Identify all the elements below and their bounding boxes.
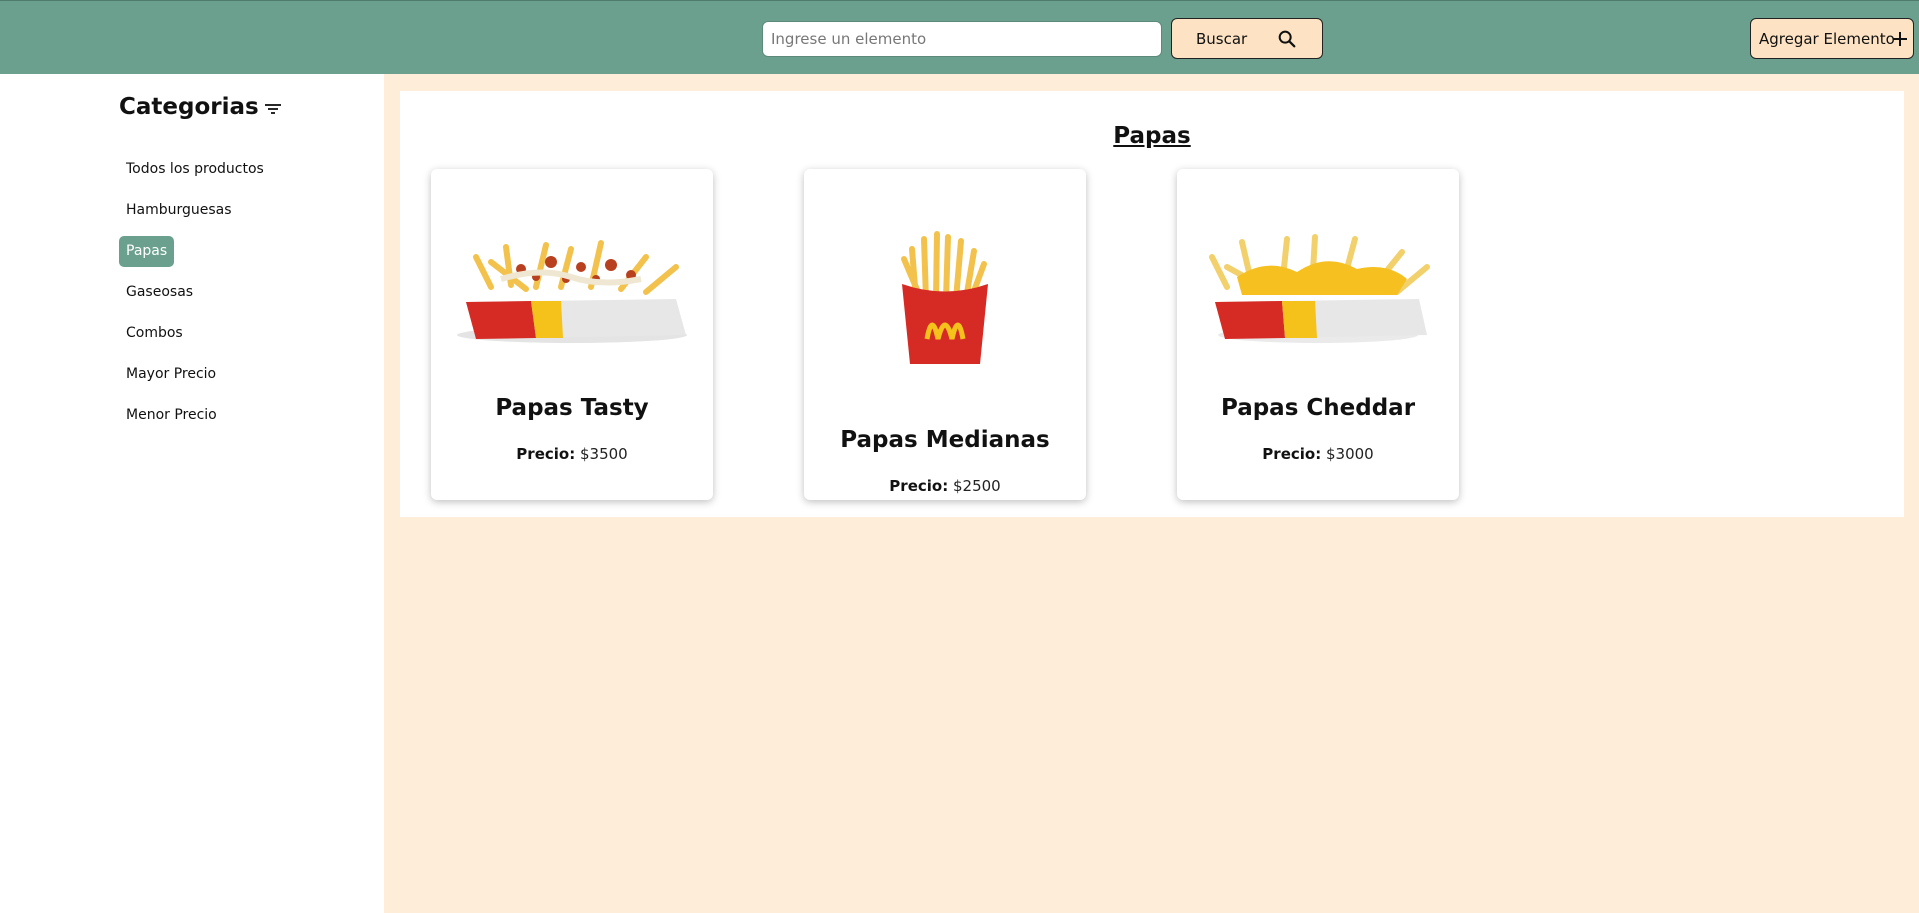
product-name: Papas Medianas bbox=[840, 427, 1050, 453]
section-title: Papas bbox=[1113, 123, 1191, 149]
category-item-hamburguesas[interactable]: Hamburguesas bbox=[119, 195, 239, 226]
add-element-button[interactable]: Agregar Elemento bbox=[1750, 18, 1914, 59]
top-bar: Buscar Agregar Elemento bbox=[0, 0, 1919, 74]
categories-heading: Categorias bbox=[119, 94, 283, 120]
price-label: Precio: bbox=[1262, 445, 1322, 463]
search-button-label: Buscar bbox=[1196, 30, 1248, 48]
category-item-mayor-precio[interactable]: Mayor Precio bbox=[119, 359, 223, 390]
main-content: Papas Papas Tasty Precio: $3500 Papas Me… bbox=[384, 74, 1919, 913]
fries-tasty-image bbox=[457, 240, 687, 343]
search-icon bbox=[1278, 30, 1296, 48]
add-element-label: Agregar Elemento bbox=[1759, 30, 1895, 48]
product-card-papas-tasty[interactable]: Papas Tasty Precio: $3500 bbox=[431, 169, 713, 500]
product-price: Precio: $3500 bbox=[431, 445, 713, 463]
category-list: Todos los productos Hamburguesas Papas G… bbox=[119, 154, 271, 441]
price-value: $3000 bbox=[1325, 445, 1374, 463]
category-item-papas[interactable]: Papas bbox=[119, 236, 175, 267]
fries-medium-image bbox=[901, 231, 988, 364]
search-button[interactable]: Buscar bbox=[1171, 18, 1323, 59]
price-value: $3500 bbox=[579, 445, 628, 463]
category-item-todos[interactable]: Todos los productos bbox=[119, 154, 271, 185]
product-name: Papas Tasty bbox=[495, 395, 649, 421]
filter-icon[interactable] bbox=[263, 99, 283, 119]
product-card-papas-medianas[interactable]: Papas Medianas Precio: $2500 bbox=[804, 169, 1086, 500]
categories-title: Categorias bbox=[119, 94, 259, 120]
category-item-menor-precio[interactable]: Menor Precio bbox=[119, 400, 224, 431]
price-value: $2500 bbox=[952, 477, 1001, 495]
product-price: Precio: $2500 bbox=[804, 477, 1086, 495]
category-item-gaseosas[interactable]: Gaseosas bbox=[119, 277, 200, 308]
product-name: Papas Cheddar bbox=[1220, 395, 1416, 421]
price-label: Precio: bbox=[889, 477, 949, 495]
category-item-combos[interactable]: Combos bbox=[119, 318, 190, 349]
product-price: Precio: $3000 bbox=[1177, 445, 1459, 463]
product-card-papas-cheddar[interactable]: Papas Cheddar Precio: $3000 bbox=[1177, 169, 1459, 500]
products-panel: Papas Papas Tasty Precio: $3500 Papas Me… bbox=[400, 91, 1904, 517]
price-label: Precio: bbox=[516, 445, 576, 463]
category-sidebar: Categorias Todos los productos Hamburgue… bbox=[0, 74, 384, 913]
plus-icon bbox=[1893, 32, 1907, 46]
fries-cheddar-image bbox=[1209, 234, 1430, 343]
search-input[interactable] bbox=[762, 21, 1162, 57]
